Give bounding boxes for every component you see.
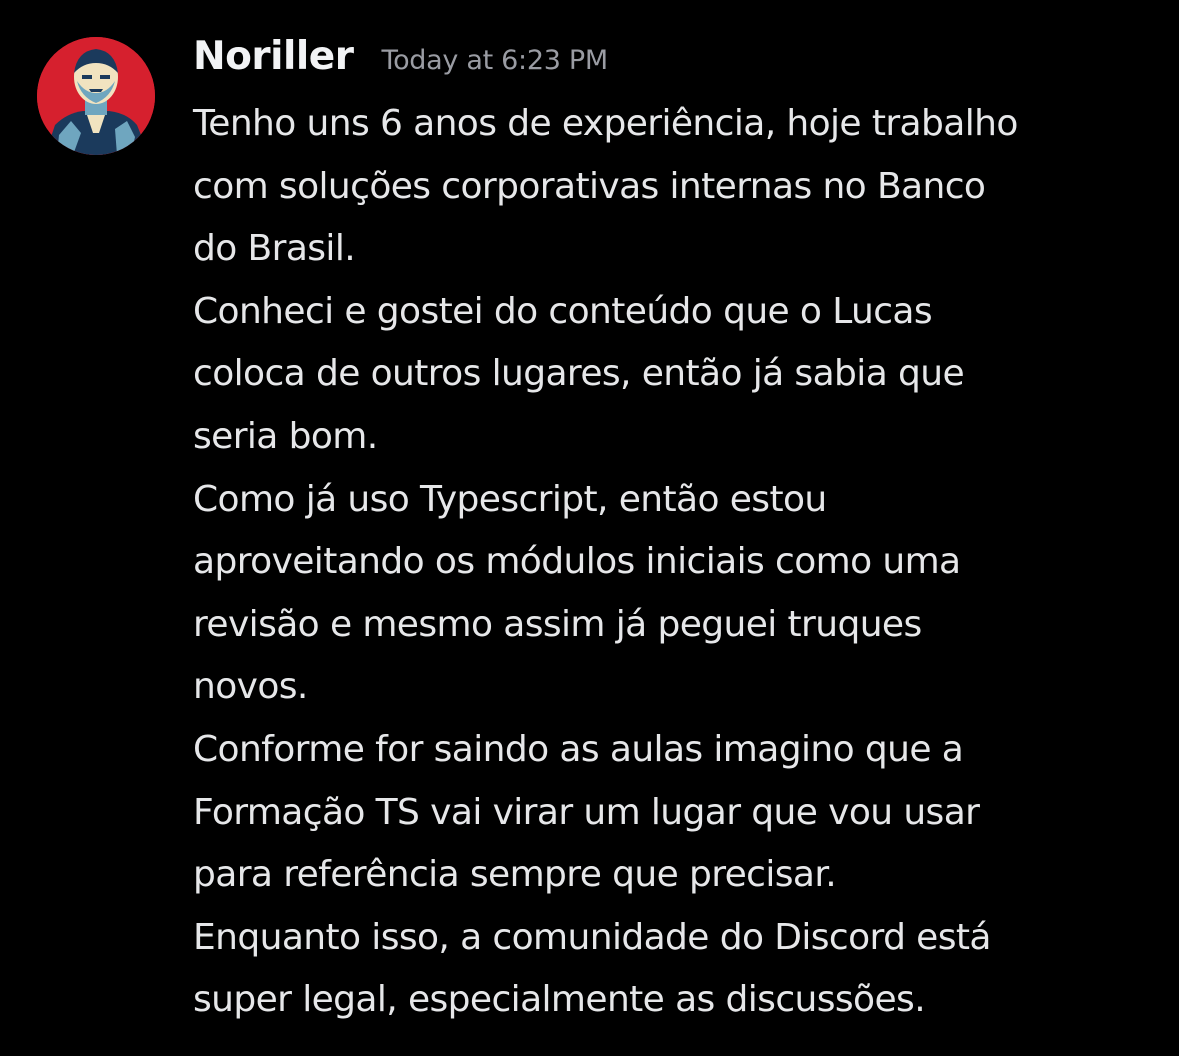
chat-message: Noriller Today at 6:23 PM Tenho uns 6 an… [0, 0, 1179, 1056]
author-name[interactable]: Noriller [193, 34, 354, 79]
message-line: Conforme for saindo as aulas imagino que… [193, 728, 964, 770]
message-line: Formação TS vai virar um lugar que vou u… [193, 791, 980, 833]
message-line: novos. [193, 666, 308, 708]
message-line: Tenho uns 6 anos de experiência, hoje tr… [193, 103, 1018, 144]
message-line: super legal, especialmente as discussões… [193, 979, 926, 1021]
message-line: para referência sempre que precisar. [193, 854, 837, 896]
message-line: coloca de outros lugares, então já sabia… [193, 353, 965, 395]
avatar-portrait-icon [37, 37, 155, 155]
message-line: revisão e mesmo assim já peguei truques [193, 603, 922, 645]
message-line: aproveitando os módulos iniciais como um… [193, 541, 961, 583]
message-line: do Brasil. [193, 228, 356, 270]
message-line: com soluções corporativas internas no Ba… [193, 165, 986, 207]
message-line: Como já uso Typescript, então estou [193, 478, 827, 520]
message-line: seria bom. [193, 415, 378, 457]
message-line: Conheci e gostei do conteúdo que o Lucas [193, 290, 933, 332]
message-content: Tenho uns 6 anos de experiência, hoje tr… [193, 93, 1163, 1032]
user-avatar[interactable] [37, 37, 155, 155]
message-timestamp: Today at 6:23 PM [381, 45, 608, 76]
message-header: Noriller Today at 6:23 PM [193, 34, 608, 86]
message-line: Enquanto isso, a comunidade do Discord e… [193, 916, 991, 958]
